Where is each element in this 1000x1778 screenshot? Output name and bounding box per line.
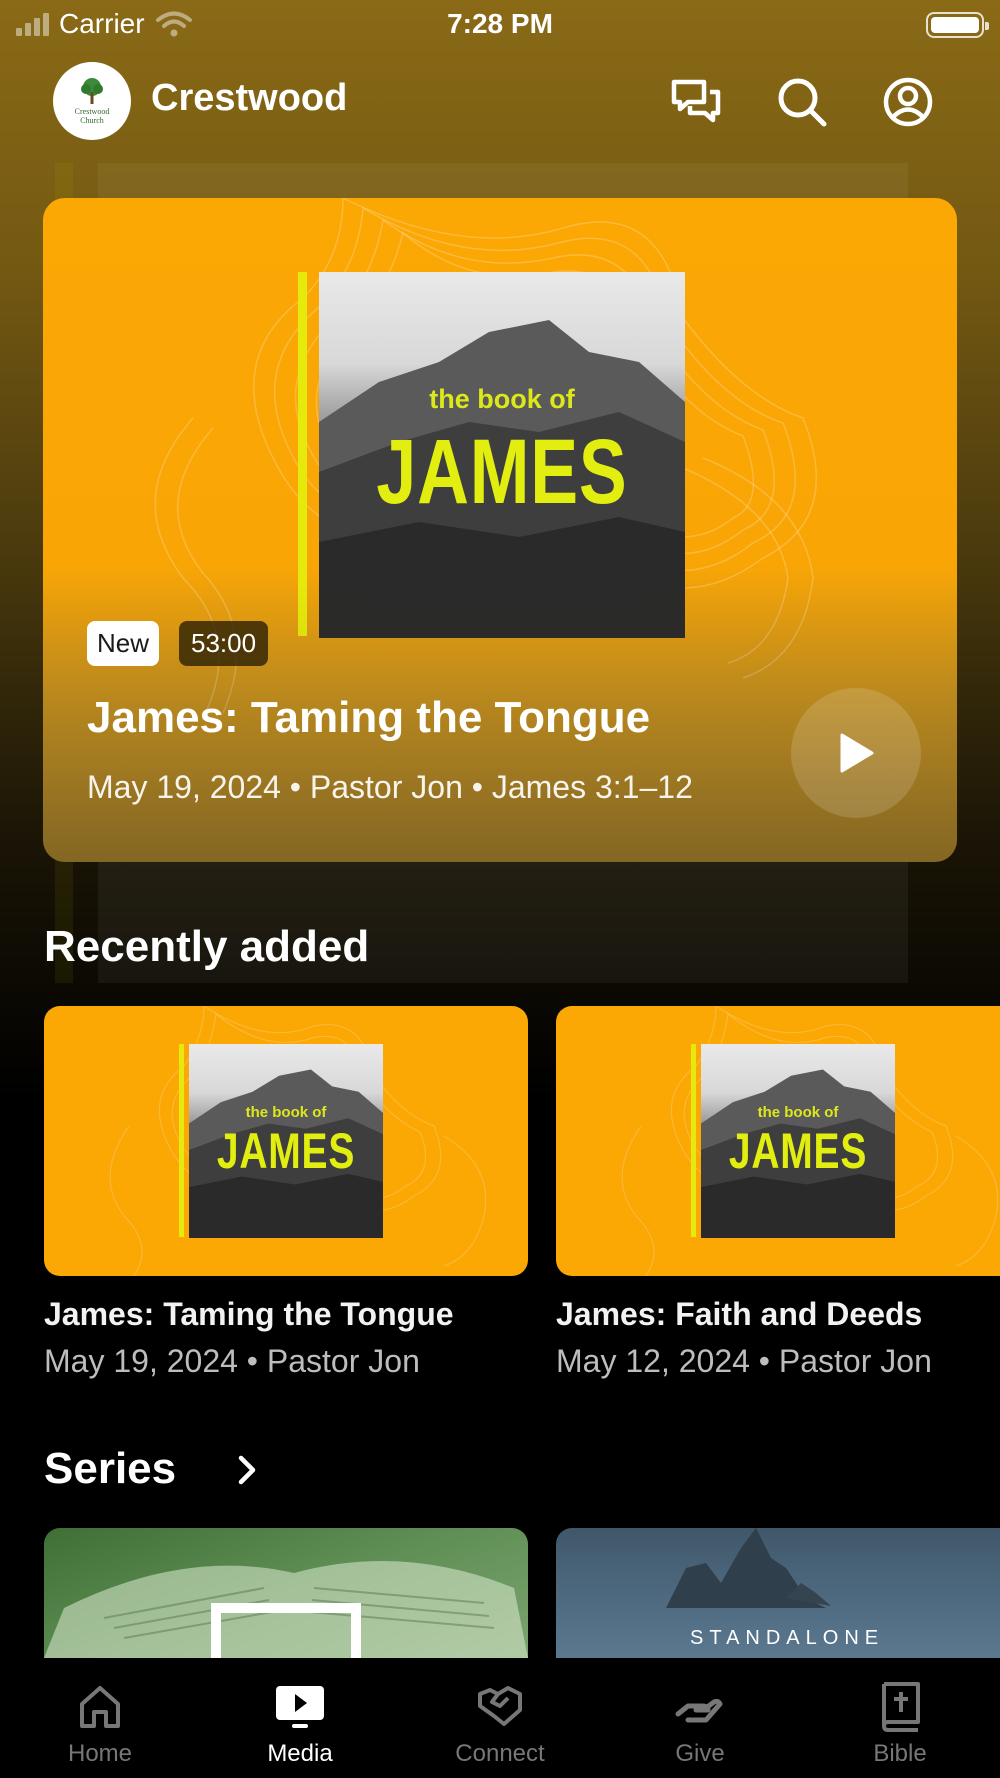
recent-card-thumbnail[interactable]: the book of JAMES — [556, 1006, 1000, 1276]
art-subtitle: the book of — [429, 384, 575, 414]
status-bar: Carrier 7:28 PM — [0, 0, 1000, 50]
art-accent-bar — [691, 1044, 696, 1237]
featured-meta: May 19, 2024 • Pastor Jon • James 3:1–12 — [87, 769, 693, 805]
tab-home[interactable]: Home — [0, 1658, 200, 1778]
duration-badge: 53:00 — [179, 621, 269, 666]
tree-icon — [81, 78, 103, 104]
tab-bible[interactable]: Bible — [800, 1658, 1000, 1778]
give-icon — [675, 1698, 723, 1723]
tab-label: Give — [675, 1740, 725, 1767]
recent-card-meta: May 19, 2024 • Pastor Jon — [44, 1343, 420, 1379]
chevron-right-icon[interactable] — [232, 1452, 262, 1488]
recent-card-meta: May 12, 2024 • Pastor Jon — [556, 1343, 932, 1379]
logo-text: Crestwood Church — [74, 107, 110, 125]
recently-added-heading: Recently added — [44, 922, 370, 971]
profile-icon[interactable] — [882, 76, 934, 128]
home-icon — [80, 1686, 120, 1728]
tab-label: Bible — [873, 1740, 927, 1767]
series-artwork: the book of JAMES — [189, 1044, 383, 1238]
media-icon — [276, 1686, 324, 1728]
brand-title: Crestwood — [151, 77, 348, 119]
play-button[interactable] — [791, 688, 921, 818]
new-badge: New — [87, 621, 160, 666]
series-label-standalone: STANDALONE — [690, 1627, 885, 1649]
status-time: 7:28 PM — [447, 8, 553, 39]
tab-bar: Home Media Connect Give Bible — [0, 1658, 1000, 1778]
recent-card-thumbnail[interactable]: the book of JAMES — [44, 1006, 528, 1276]
series-card-bible[interactable] — [44, 1528, 528, 1658]
art-title: JAMES — [728, 1123, 868, 1179]
tab-label: Media — [267, 1740, 333, 1767]
recent-card-title[interactable]: James: Taming the Tongue — [44, 1296, 454, 1333]
art-title: JAMES — [376, 421, 628, 523]
search-icon[interactable] — [776, 76, 828, 128]
series-artwork: the book of JAMES — [701, 1044, 895, 1238]
art-subtitle: the book of — [757, 1104, 839, 1121]
art-accent-bar — [179, 1044, 184, 1237]
battery-icon — [926, 12, 989, 38]
church-logo[interactable]: Crestwood Church — [53, 62, 131, 140]
series-heading[interactable]: Series — [44, 1444, 176, 1494]
recent-card-title[interactable]: James: Faith and Deeds — [556, 1296, 922, 1333]
app-header: Crestwood Church Crestwood — [0, 62, 1000, 142]
tab-label: Connect — [455, 1740, 545, 1767]
tab-label: Home — [67, 1740, 133, 1767]
play-icon — [840, 733, 874, 773]
badge-row: New 53:00 — [87, 621, 269, 666]
connect-icon — [478, 1686, 522, 1726]
open-book-graphic — [44, 1561, 528, 1658]
tab-give[interactable]: Give — [600, 1658, 800, 1778]
tab-media[interactable]: Media — [200, 1658, 400, 1778]
featured-title: James: Taming the Tongue — [87, 693, 651, 742]
art-subtitle: the book of — [245, 1104, 327, 1121]
art-title: JAMES — [216, 1123, 356, 1179]
chat-icon[interactable] — [670, 76, 722, 128]
featured-sermon-card[interactable]: the book of JAMES New 53:00 James: Tamin… — [43, 198, 957, 862]
tab-connect[interactable]: Connect — [400, 1658, 600, 1778]
bible-icon — [882, 1682, 920, 1732]
